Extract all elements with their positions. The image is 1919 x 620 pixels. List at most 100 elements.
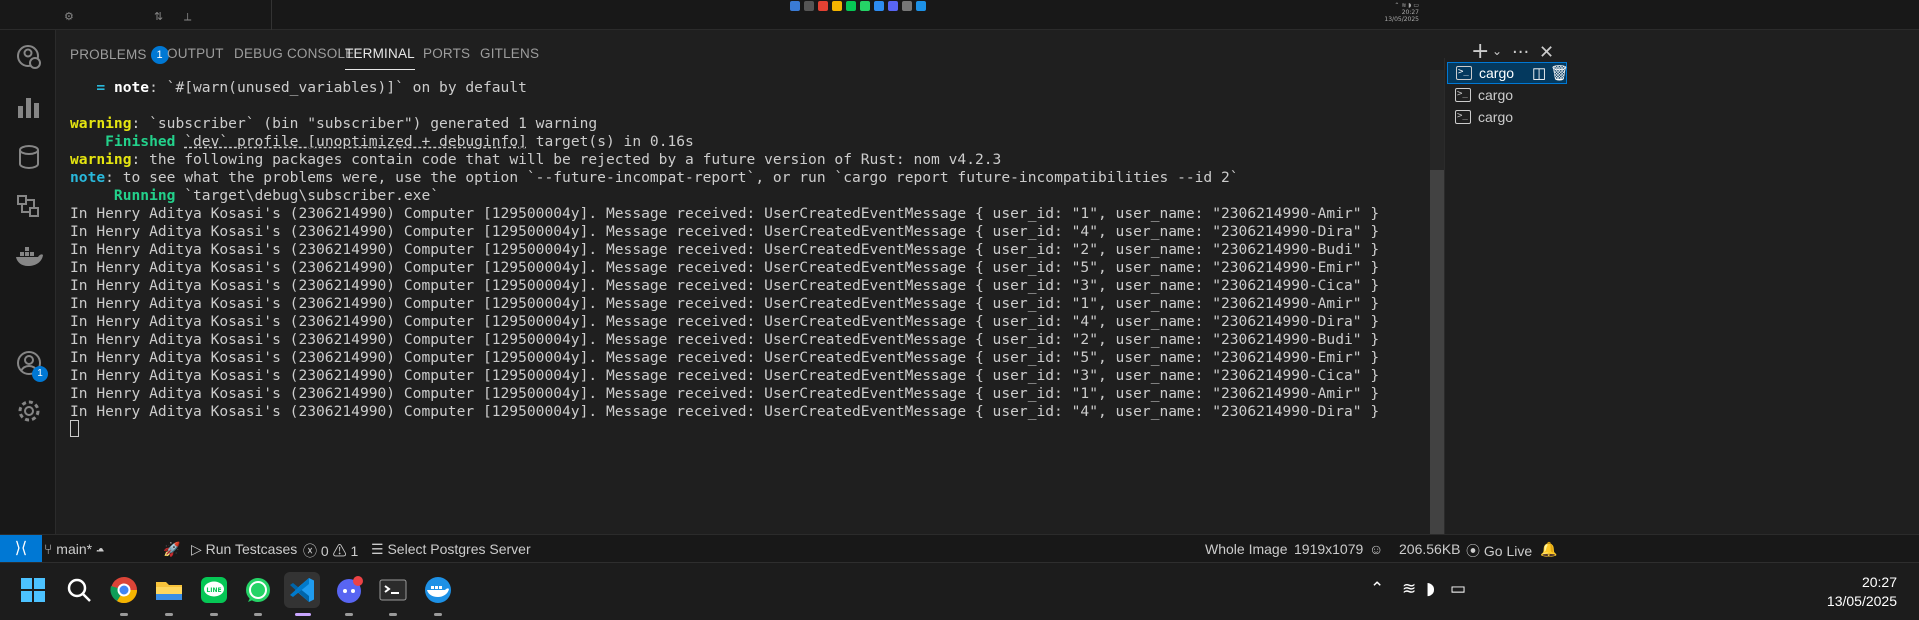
terminal-output[interactable]: = note: `#[warn(unused_variables)]` on b… bbox=[56, 78, 1428, 533]
terminal-list-item[interactable]: >_ cargo ◫ 🗑 bbox=[1447, 62, 1569, 84]
docker-running-indicator bbox=[434, 613, 442, 616]
finished-spacer bbox=[175, 133, 184, 150]
postgres-label: Select Postgres Server bbox=[387, 541, 531, 557]
message-line: In Henry Aditya Kosasi's (2306214990) Co… bbox=[70, 385, 1380, 402]
discord-running-indicator bbox=[345, 613, 353, 616]
terminal-line: = note: `#[warn(unused_variables)]` on b… bbox=[70, 79, 527, 97]
branch-status[interactable]: ⑂ main* ☁ bbox=[44, 541, 104, 557]
sort-icon: ⇅ bbox=[154, 10, 164, 23]
remote-explorer-icon[interactable] bbox=[14, 42, 44, 72]
vscode-icon[interactable] bbox=[284, 572, 320, 608]
split-terminal-icon[interactable]: ◫ bbox=[1532, 64, 1546, 82]
postgres-status[interactable]: ☰ Select Postgres Server bbox=[371, 541, 531, 558]
terminal-line: note: to see what the problems were, use… bbox=[70, 169, 1239, 187]
charts-icon[interactable] bbox=[14, 92, 44, 122]
terminal-list-item[interactable]: >_ cargo bbox=[1447, 107, 1567, 129]
docker-icon[interactable] bbox=[14, 242, 44, 272]
terminal-line: Finished `dev` profile [unoptimized + de… bbox=[70, 133, 694, 151]
windows-taskbar: LINE ⌃ ≋ ◗ ▭ 20:27 13/05/2025 bbox=[0, 562, 1919, 620]
volume-icon[interactable]: ◗ bbox=[1426, 579, 1435, 599]
database-list-icon: ☰ bbox=[371, 541, 388, 557]
rocket-icon[interactable]: 🚀 bbox=[163, 541, 180, 558]
collapse-icon: ⟂ bbox=[184, 10, 192, 23]
start-icon[interactable] bbox=[15, 572, 51, 608]
chrome-icon[interactable] bbox=[106, 572, 142, 608]
tab-terminal[interactable]: TERMINAL bbox=[345, 46, 415, 70]
scrollbar-thumb[interactable] bbox=[1430, 170, 1444, 535]
taskbar-clock[interactable]: 20:27 13/05/2025 bbox=[1827, 573, 1897, 611]
running-text: `target\debug\subscriber.exe` bbox=[175, 187, 440, 204]
image-dimensions[interactable]: 1919x1079 bbox=[1294, 541, 1363, 557]
vscode-active-indicator bbox=[295, 613, 311, 616]
whole-image-status[interactable]: Whole Image bbox=[1205, 541, 1287, 557]
explorer-running-indicator bbox=[165, 613, 173, 616]
message-line: In Henry Aditya Kosasi's (2306214990) Co… bbox=[70, 259, 1380, 276]
message-line: In Henry Aditya Kosasi's (2306214990) Co… bbox=[70, 277, 1380, 294]
tab-output[interactable]: OUTPUT bbox=[167, 46, 224, 61]
tab-ports[interactable]: PORTS bbox=[423, 46, 470, 61]
database-icon[interactable] bbox=[14, 142, 44, 172]
terminal-list-label: cargo bbox=[1479, 65, 1515, 81]
branch-label: main* bbox=[56, 541, 93, 557]
mini-taskbar bbox=[790, 1, 926, 15]
terminal-scrollbar[interactable] bbox=[1430, 70, 1444, 535]
message-line: In Henry Aditya Kosasi's (2306214990) Co… bbox=[70, 403, 1380, 420]
whatsapp-icon[interactable] bbox=[240, 572, 276, 608]
warning-text: : `subscriber` (bin "subscriber") genera… bbox=[131, 115, 598, 132]
note-label: note bbox=[70, 169, 106, 186]
tab-problems[interactable]: PROBLEMS 1 bbox=[70, 46, 169, 64]
terminal-list-label: cargo bbox=[1478, 109, 1514, 125]
warning-count: 1 bbox=[350, 543, 359, 559]
go-live-button[interactable]: ⦿ Go Live bbox=[1466, 541, 1532, 561]
terminal-list: >_ cargo ◫ 🗑 >_ cargo >_ cargo bbox=[1444, 58, 1919, 534]
error-count: 0 bbox=[320, 543, 329, 559]
problems-status[interactable]: ⓧ 0 ⚠ 1 bbox=[303, 541, 358, 561]
show-hidden-icons-chevron-icon[interactable]: ⌃ bbox=[1370, 579, 1384, 599]
tab-gitlens[interactable]: GITLENS bbox=[480, 46, 539, 61]
accounts-badge: 1 bbox=[32, 366, 48, 382]
error-icon: ⓧ bbox=[303, 543, 321, 559]
activity-bar: 1 bbox=[0, 30, 56, 534]
message-line: In Henry Aditya Kosasi's (2306214990) Co… bbox=[70, 205, 1380, 222]
docker-desktop-icon[interactable] bbox=[420, 572, 456, 608]
accounts-icon[interactable]: 1 bbox=[14, 348, 48, 382]
note-label: note bbox=[113, 79, 150, 96]
terminal-icon: >_ bbox=[1456, 66, 1472, 80]
top-strip: ⚙ ⇅ ⟂ ⌃ ≋ ◗ ▭ 20:27 13/05/2025 bbox=[0, 0, 1919, 30]
explorer-icon: ⚙ bbox=[64, 10, 74, 23]
message-line: In Henry Aditya Kosasi's (2306214990) Co… bbox=[70, 367, 1380, 384]
notifications-bell-icon[interactable]: 🔔 bbox=[1540, 541, 1557, 558]
note-text: : to see what the problems were, use the… bbox=[105, 169, 1239, 186]
copilot-icon[interactable]: ☺ bbox=[1369, 541, 1383, 557]
file-size[interactable]: 206.56KB bbox=[1399, 541, 1461, 557]
message-line: In Henry Aditya Kosasi's (2306214990) Co… bbox=[70, 349, 1380, 366]
tab-debug-console[interactable]: DEBUG CONSOLE bbox=[234, 46, 354, 61]
terminal-app-icon[interactable] bbox=[375, 572, 411, 608]
run-testcases-button[interactable]: ▷ Run Testcases bbox=[191, 541, 297, 558]
file-explorer-icon[interactable] bbox=[151, 572, 187, 608]
chevron-down-icon[interactable]: ⌄ bbox=[1492, 44, 1502, 58]
terminal-list-item[interactable]: >_ cargo bbox=[1447, 85, 1567, 107]
run-testcases-label: Run Testcases bbox=[205, 541, 298, 557]
message-line: In Henry Aditya Kosasi's (2306214990) Co… bbox=[70, 295, 1380, 312]
wifi-icon[interactable]: ≋ bbox=[1402, 579, 1416, 599]
trash-icon[interactable]: 🗑 bbox=[1550, 64, 1569, 82]
whatsapp-running-indicator bbox=[254, 613, 262, 616]
tab-problems-label: PROBLEMS bbox=[70, 47, 147, 62]
discord-icon[interactable] bbox=[331, 572, 367, 608]
terminal-line: warning: `subscriber` (bin "subscriber")… bbox=[70, 115, 597, 133]
explorer-header-remnant: ⚙ ⇅ ⟂ bbox=[56, 0, 272, 30]
remote-indicator-icon[interactable]: ⟩⟨ bbox=[0, 535, 42, 563]
battery-icon[interactable]: ▭ bbox=[1450, 579, 1466, 599]
line-icon[interactable]: LINE bbox=[196, 572, 232, 608]
terminal-list-label: cargo bbox=[1478, 87, 1514, 103]
settings-gear-icon[interactable] bbox=[14, 396, 44, 426]
profile-link[interactable]: `dev` profile [unoptimized + debuginfo] bbox=[184, 133, 527, 150]
extensions-icon[interactable] bbox=[14, 192, 44, 222]
note-text: : `#[warn(unused_variables)]` on by defa… bbox=[149, 79, 527, 96]
search-icon[interactable] bbox=[61, 572, 97, 608]
line-running-indicator bbox=[210, 613, 218, 616]
broadcast-icon: ⦿ bbox=[1466, 543, 1484, 559]
terminal-cursor bbox=[70, 420, 79, 437]
chrome-running-indicator bbox=[120, 613, 128, 616]
